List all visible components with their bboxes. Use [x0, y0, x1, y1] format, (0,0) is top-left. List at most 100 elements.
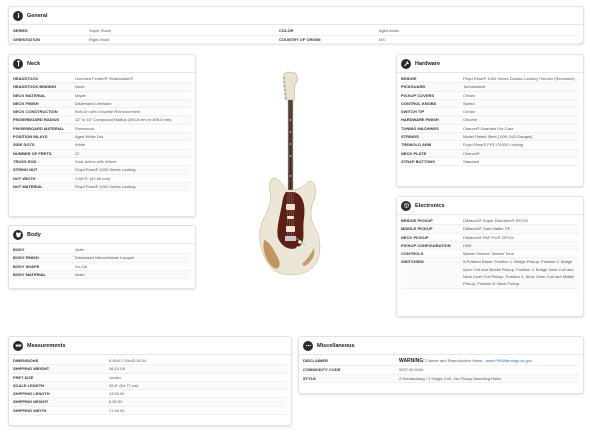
- spec-label: HARDWARE FINISH: [401, 117, 439, 123]
- spec-value: Floyd Rose® 1000 Series Locking: [75, 167, 136, 173]
- electronics-row: PICKUP CONFIGURATION HSH: [401, 241, 579, 251]
- hardware-row: HARDWARE FINISH Chrome: [401, 116, 579, 125]
- body-spec-list: BODY Alder BODY FINISH Distressed Nitrocell…: [9, 244, 195, 280]
- spec-value: White: [75, 142, 86, 148]
- spec-value: 25.5" (64.77 cm): [109, 382, 139, 388]
- neck-row: FINGERBOARD RADIUS 12" to 16" Compound Ra…: [13, 116, 191, 125]
- body_card-row: BODY SHAPE So-Cal: [13, 263, 191, 271]
- spec-value: Jumbo: [109, 374, 122, 380]
- spec-value: Rosewood: [75, 125, 94, 131]
- measurements-card: Measurements DIMENSIONS 6.50x17.00x43.50 …: [8, 336, 292, 426]
- spec-value: Alder: [75, 247, 85, 252]
- warning-label: WARNING:: [399, 358, 425, 364]
- spec-value: Floyd Rose® 1000 Series Double-Locking T…: [463, 76, 575, 81]
- hardware-spec-list: BRIDGE Floyd Rose® 1000 Series Double-Loc…: [397, 73, 583, 167]
- neck-row: FINGERBOARD MATERIAL Rosewood: [13, 125, 191, 134]
- body-header: Body: [9, 226, 195, 244]
- general-title: General: [27, 12, 48, 19]
- neck-row: NECK FINISH Distressed Urethane: [13, 99, 191, 109]
- spec-label: POSITION INLAYS: [13, 134, 48, 140]
- spec-value: Licensed Fender® Stratocaster®: [75, 76, 134, 81]
- neck-icon: [13, 58, 23, 69]
- spec-label: PICKGUARD: [401, 84, 426, 90]
- spec-label: SCALE LENGTH: [13, 382, 45, 388]
- hardware-row: NECK PLATE Charvel®: [401, 149, 579, 158]
- hardware-row: PICKUP COVERS Cream: [401, 92, 579, 100]
- spec-label: BRIDGE: [401, 76, 417, 81]
- hardware-row: STRAP BUTTONS Standard: [401, 158, 579, 167]
- spec-value: 12" to 16" Compound Radius (304.8 mm to …: [75, 117, 172, 123]
- spec-value: Dual-Action with Wheel: [75, 158, 117, 164]
- hardware-header: Hardware: [397, 55, 583, 73]
- spec-value: Maple: [75, 92, 86, 98]
- measurements-row: SHIPPING LENGTH 43.50 IN: [13, 390, 287, 399]
- spec-value: DiMarzio® Super Distortion® DP100: [463, 218, 528, 223]
- spec-label: STRINGS: [401, 134, 419, 140]
- spec-label: BRIDGE PICKUP: [401, 218, 433, 223]
- spec-value: Cream: [463, 109, 476, 115]
- body-icon: [13, 229, 23, 240]
- body_card-row: BODY FINISH Distressed Nitrocellulose Lac…: [13, 254, 191, 263]
- spec-value: 2 Humbucking / 1 Single-Coil - No Pickup…: [399, 375, 502, 381]
- spec-label: TUNING MACHINES: [401, 125, 439, 131]
- spec-label: BODY: [13, 247, 25, 252]
- spec-label: ORIENTATION: [13, 36, 89, 44]
- spec-value: DiMarzio® PAF Pro® DP151: [463, 234, 514, 240]
- disclaimer-value: WARNING: Cancer and Reproductive Harm - …: [399, 357, 579, 365]
- spec-value: Bolt-On with Graphite Reinforcement: [75, 109, 141, 115]
- spec-label: NUT MATERIAL: [13, 183, 43, 189]
- spec-value: Tortoiseshell: [463, 84, 486, 90]
- spec-label: MIDDLE PICKUP: [401, 226, 433, 232]
- spec-value: Aged Arctic: [379, 27, 579, 36]
- misc-row: STYLE 2 Humbucking / 1 Single-Coil - No P…: [303, 374, 579, 383]
- neck-title: Neck: [27, 60, 41, 67]
- hardware-title: Hardware: [415, 60, 441, 67]
- spec-value: Distressed Urethane: [75, 100, 112, 106]
- spec-label: SHIPPING LENGTH: [13, 391, 50, 397]
- neck-row: HEADSTOCK Licensed Fender® Stratocaster®: [13, 75, 191, 84]
- spec-label: COMMODITY CODE: [303, 367, 341, 373]
- measurements-row: SHIPPING WEIGHT 16.10 LB: [13, 365, 287, 374]
- spec-label: STRAP BUTTONS: [401, 158, 435, 164]
- spec-label: BODY MATERIAL: [13, 271, 46, 277]
- spec-value: Cream: [463, 92, 476, 98]
- hardware-row: SWITCH TIP Cream: [401, 108, 579, 117]
- misc-row: COMMODITY CODE 9207.90.0040: [303, 366, 579, 375]
- spec-label: CONTROLS: [401, 251, 424, 257]
- guitar-image: [259, 71, 321, 276]
- measurements-row: SHIPPING WIDTH 17.00 IN: [13, 407, 287, 416]
- spec-value: Super Stock: [89, 27, 279, 36]
- spec-value: Floyd Rose® 1000 Series Locking: [75, 183, 136, 189]
- hardware-row: STRINGS Nickel Plated Steel (.009-.042 Ga…: [401, 133, 579, 142]
- spec-label: COLOR: [279, 27, 379, 36]
- spec-label: SHIPPING HEIGHT: [13, 399, 49, 405]
- hardware-row: TREMOLO ARM Floyd Rose® FRT-O1000 Locking: [401, 141, 579, 150]
- spec-label: NUMBER OF FRETS: [13, 150, 52, 156]
- electronics-row: CONTROLS Master Volume, Master Tone: [401, 250, 579, 259]
- measurements-row: DIMENSIONS 6.50x17.00x43.50 IN: [13, 357, 287, 366]
- spec-value: So-Cal: [75, 263, 88, 269]
- spec-label: COUNTRY OF ORIGIN: [279, 36, 379, 44]
- spec-value: 6.50 IN: [109, 399, 122, 405]
- spec-value: 9207.90.0040: [399, 367, 424, 373]
- hardware-card: Hardware BRIDGE Floyd Rose® 1000 Series D…: [396, 54, 584, 187]
- spec-value: 6.50x17.00x43.50 IN: [109, 358, 146, 363]
- spec-label: FINGERBOARD RADIUS: [13, 117, 60, 123]
- misc-icon: [303, 340, 313, 351]
- disclaimer-text: Cancer and Reproductive Harm -: [424, 358, 486, 363]
- spec-value: 1.6875" (42.86 mm): [75, 175, 111, 181]
- spec-label: TREMOLO ARM: [401, 142, 432, 148]
- neck-row: POSITION INLAYS Aged White Dot: [13, 133, 191, 142]
- spec-value: Master Volume, Master Tone: [463, 251, 514, 257]
- p65-warnings-link[interactable]: www.P65Warnings.ca.gov.: [486, 358, 533, 363]
- spec-label: HEADSTOCK: [13, 76, 39, 81]
- electronics-card: Electronics BRIDGE PICKUP DiMarzio® Super…: [396, 196, 584, 317]
- measurements-spec-list: DIMENSIONS 6.50x17.00x43.50 IN SHIPPING WE…: [9, 355, 291, 416]
- spec-label: STYLE: [303, 375, 316, 381]
- spec-label: SHIPPING WEIGHT: [13, 366, 50, 372]
- general-header: General: [9, 7, 583, 25]
- electronics-spec-list: BRIDGE PICKUP DiMarzio® Super Distortion®…: [397, 215, 583, 289]
- spec-value: Standard: [463, 158, 480, 164]
- spec-label: NECK PICKUP: [401, 234, 429, 240]
- general-card: General SERIES Super Stock COLOR Aged Arcti…: [8, 6, 584, 44]
